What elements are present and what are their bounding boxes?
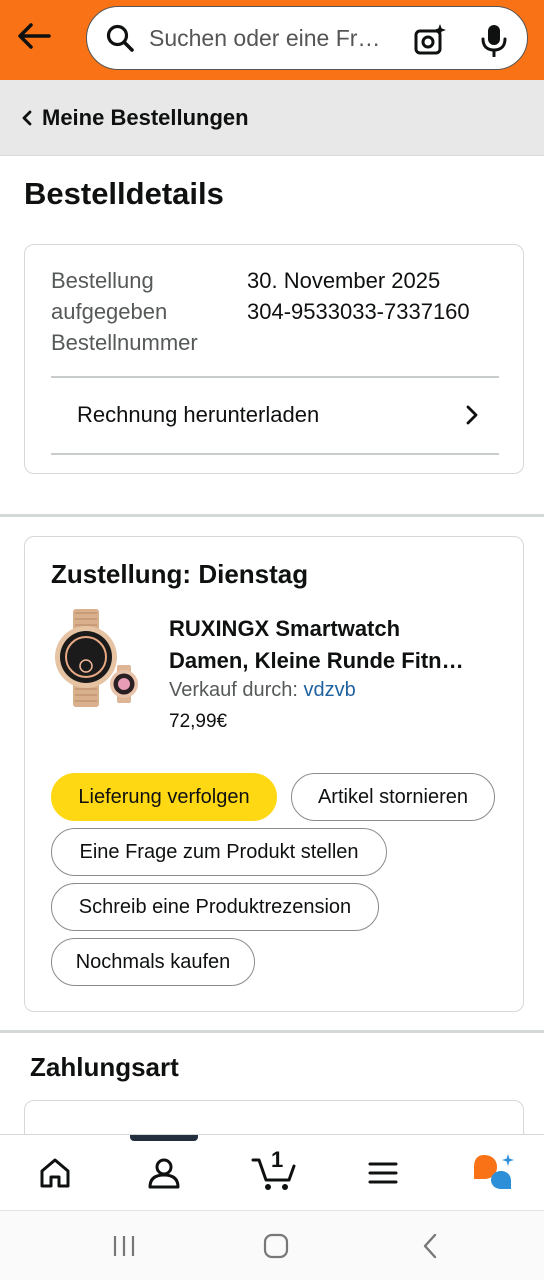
account-icon [148, 1158, 180, 1189]
breadcrumb[interactable]: Meine Bestellungen [0, 80, 544, 156]
nav-account[interactable] [142, 1151, 186, 1195]
product-title-link[interactable]: RUXINGX Smartwatch Damen, Kleine Runde F… [169, 613, 505, 677]
cancel-item-button[interactable]: Artikel stornieren [291, 773, 495, 821]
seller-info: Verkauf durch: vdzvb [169, 679, 356, 702]
download-invoice-row[interactable]: Rechnung herunterladen [51, 377, 499, 453]
system-nav-bar [0, 1210, 544, 1280]
section-divider [0, 514, 544, 517]
back-nav-button[interactable] [412, 1231, 448, 1261]
shipment-card: Zustellung: Dienstag RUXINGX Smartwatch … [24, 536, 524, 1012]
order-date: 30. November 2025 [247, 268, 441, 293]
home-button[interactable] [258, 1231, 294, 1261]
seller-prefix: Verkauf durch: [169, 679, 298, 701]
order-info-values: 30. November 2025 304-9533033-7337160 [247, 265, 507, 327]
active-tab-indicator [130, 1135, 198, 1141]
app-header: Suchen oder eine Fr… [0, 0, 544, 80]
arrow-left-icon [18, 23, 51, 49]
nav-cart[interactable]: 1 [250, 1147, 298, 1195]
product-image[interactable] [51, 609, 147, 709]
ask-product-question-button[interactable]: Eine Frage zum Produkt stellen [51, 828, 387, 876]
recents-button[interactable] [106, 1231, 142, 1261]
menu-icon [368, 1162, 398, 1184]
back-nav-icon [423, 1233, 437, 1259]
home-icon [40, 1158, 70, 1188]
buy-again-button[interactable]: Nochmals kaufen [51, 938, 255, 986]
chevron-left-icon [22, 110, 32, 125]
delivery-status: Zustellung: Dienstag [51, 559, 309, 589]
order-info-card: Bestellung aufgegeben Bestellnummer 30. … [24, 244, 524, 474]
payment-method-title: Zahlungsart [30, 1052, 179, 1082]
product-title-line-1: RUXINGX Smartwatch [169, 616, 401, 641]
product-price: 72,99€ [169, 711, 228, 732]
nav-menu[interactable] [361, 1151, 405, 1195]
search-icon [106, 24, 134, 52]
nav-rufus[interactable] [470, 1151, 514, 1195]
search-input[interactable]: Suchen oder eine Fr… [149, 25, 393, 52]
rufus-assistant-icon [474, 1154, 514, 1189]
camera-sparkle-icon[interactable] [413, 23, 447, 57]
track-delivery-button[interactable]: Lieferung verfolgen [51, 773, 277, 821]
chevron-right-icon [466, 405, 478, 425]
nav-home[interactable] [33, 1151, 77, 1195]
microphone-icon[interactable] [479, 23, 509, 57]
section-divider [0, 1030, 544, 1033]
bottom-nav: 1 [0, 1134, 544, 1210]
product-title-line-2: Damen, Kleine Runde Fitn… [169, 648, 464, 673]
divider [51, 453, 499, 455]
breadcrumb-label: Meine Bestellungen [42, 104, 249, 130]
recents-icon [113, 1236, 135, 1256]
search-bar[interactable]: Suchen oder eine Fr… [86, 6, 528, 70]
page-title: Bestelldetails [24, 176, 224, 211]
home-button-icon [263, 1233, 289, 1259]
cart-count: 1 [271, 1147, 284, 1172]
seller-link[interactable]: vdzvb [304, 679, 356, 701]
write-review-button[interactable]: Schreib eine Produktrezension [51, 883, 379, 931]
order-info-labels: Bestellung aufgegeben Bestellnummer [51, 268, 198, 355]
back-button[interactable] [14, 18, 54, 54]
order-number: 304-9533033-7337160 [247, 299, 470, 324]
download-invoice-label: Rechnung herunterladen [77, 402, 320, 427]
